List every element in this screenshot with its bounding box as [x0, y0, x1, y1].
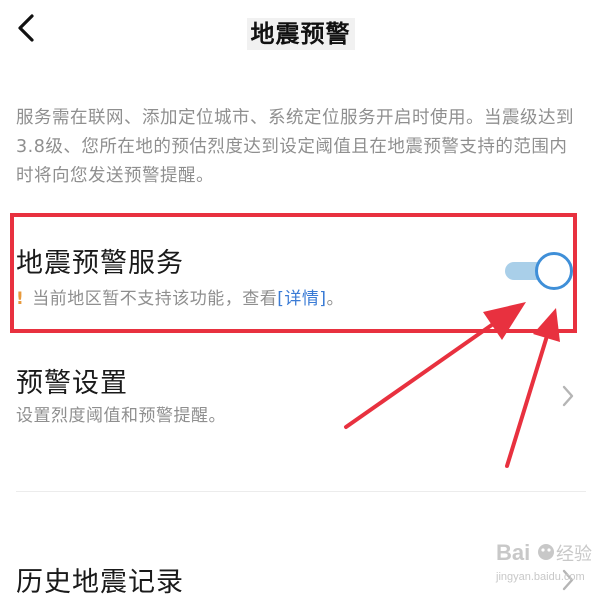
- toggle-knob: [535, 252, 573, 290]
- baidu-jingyan-watermark: Bai 经验 jingyan.baidu.com: [494, 528, 594, 588]
- service-title: 地震预警服务: [16, 248, 184, 279]
- header: 地震预警: [0, 0, 601, 60]
- warning-icon: !: [16, 289, 25, 309]
- chevron-right-icon: [558, 381, 578, 411]
- details-link[interactable]: [详情]: [277, 289, 326, 309]
- page-title: 地震预警: [0, 14, 601, 50]
- warning-settings-row[interactable]: 预警设置 设置烈度阈值和预警提醒。: [0, 345, 601, 435]
- earthquake-warning-toggle[interactable]: [505, 252, 575, 290]
- watermark-brand2: 经验: [556, 544, 592, 565]
- service-description: 服务需在联网、添加定位城市、系统定位服务开启时使用。当震级达到3.8级、您所在地…: [16, 108, 574, 186]
- earthquake-history-title: 历史地震记录: [16, 567, 184, 598]
- watermark-brand: Bai: [496, 540, 530, 565]
- page-title-text: 地震预警: [246, 18, 355, 50]
- service-notice: ! 当前地区暂不支持该功能，查看[详情]。: [16, 284, 344, 309]
- service-notice-text: 当前地区暂不支持该功能，查看: [32, 289, 278, 309]
- warning-settings-subtitle: 设置烈度阈值和预警提醒。: [16, 406, 226, 426]
- service-notice-end: 。: [326, 289, 345, 309]
- divider: [16, 491, 586, 492]
- watermark-url: jingyan.baidu.com: [495, 571, 585, 583]
- warning-settings-title: 预警设置: [16, 368, 128, 399]
